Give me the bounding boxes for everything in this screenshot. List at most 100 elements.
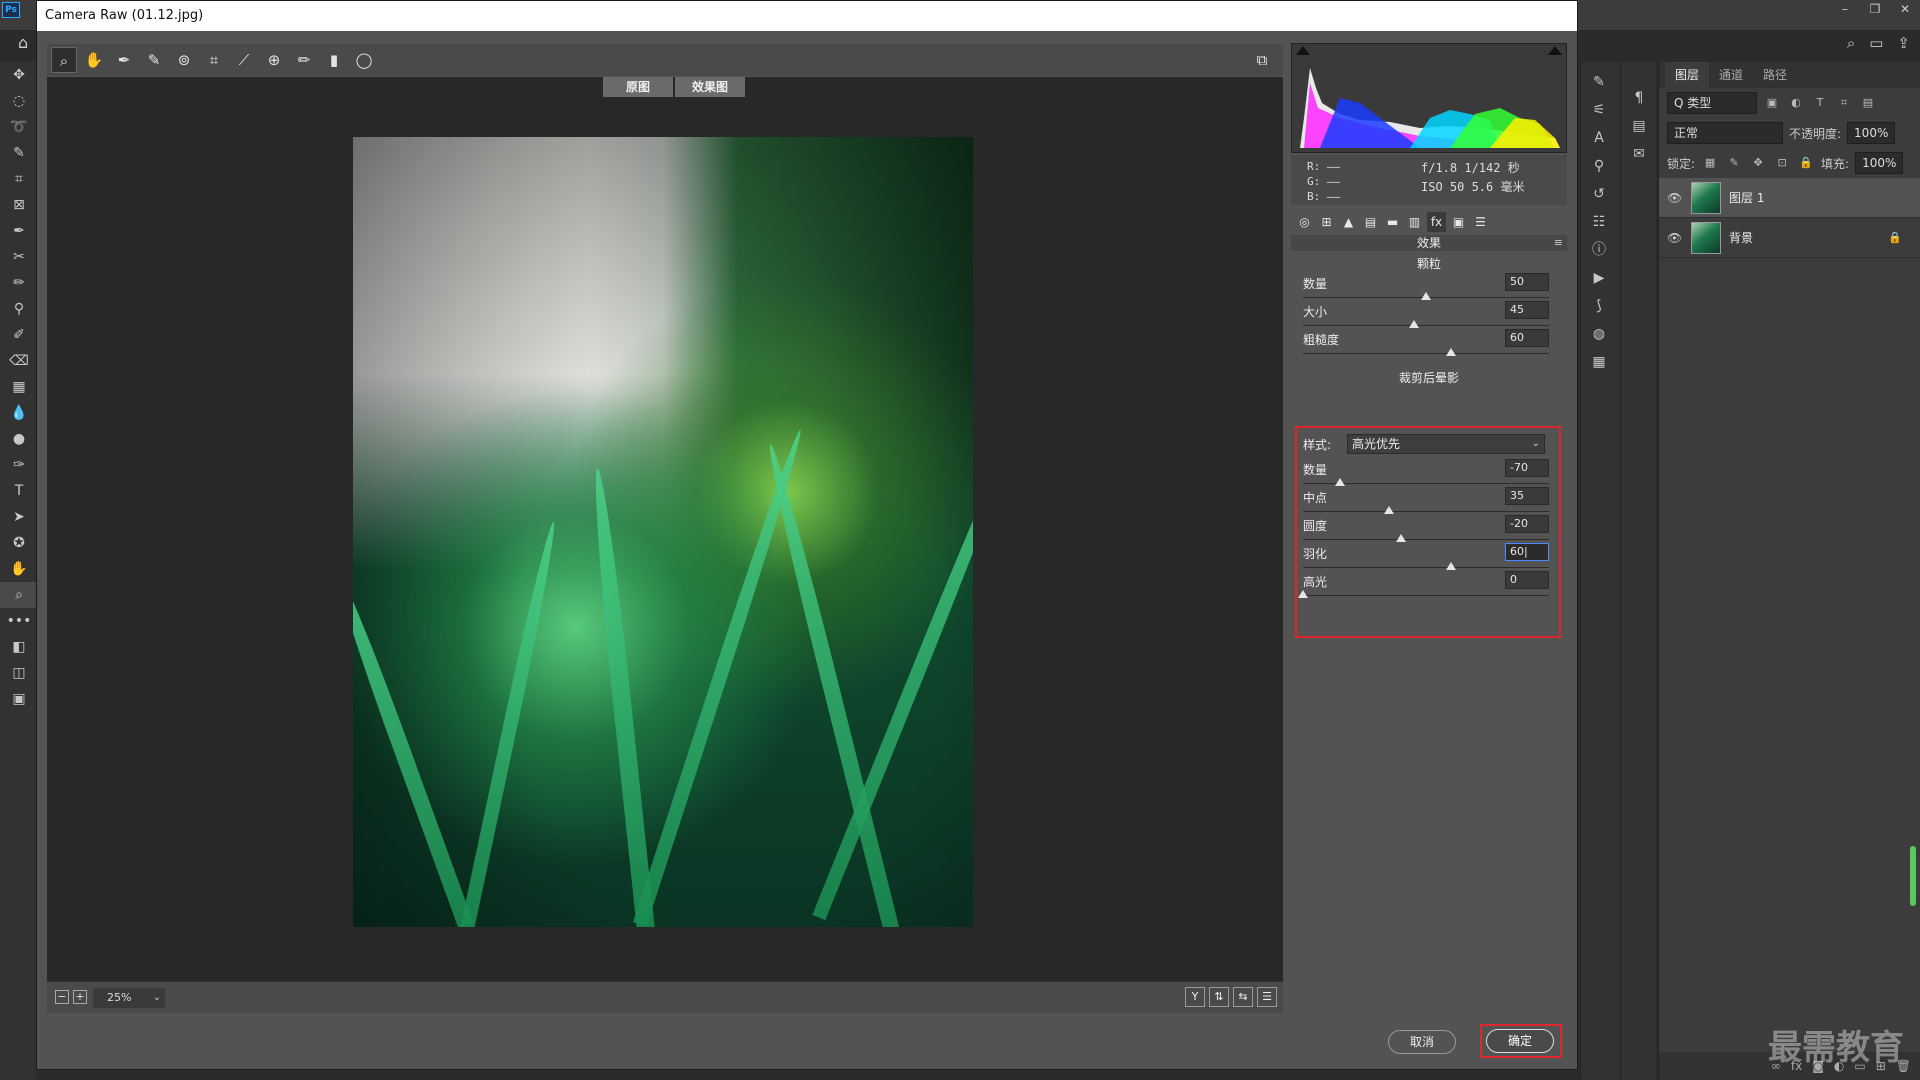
opacity-field[interactable]: 100%: [1847, 122, 1896, 144]
pen-tool-icon[interactable]: ✑: [0, 452, 38, 478]
grain-slider-track[interactable]: [1303, 325, 1549, 326]
lock-artboard-icon[interactable]: ⊡: [1773, 154, 1791, 172]
vignette-slider-track[interactable]: [1303, 567, 1549, 568]
white-balance-icon[interactable]: ✒: [111, 47, 137, 73]
hsl-tab-icon[interactable]: ▤: [1361, 212, 1380, 232]
type-filter-icon[interactable]: T: [1811, 94, 1829, 112]
eyedropper-tool-icon[interactable]: ✒: [0, 218, 38, 244]
eraser-tool-icon[interactable]: ⌫: [0, 348, 38, 374]
chevron-down-icon[interactable]: ⌄: [149, 988, 165, 1008]
grain-slider-track[interactable]: [1303, 353, 1549, 354]
vignette-slider-track[interactable]: [1303, 539, 1549, 540]
shape-tool-icon[interactable]: ✪: [0, 530, 38, 556]
move-tool-icon[interactable]: ✥: [0, 62, 38, 88]
restore-icon[interactable]: ❐: [1860, 0, 1890, 18]
layer-filter-select[interactable]: Q 类型: [1667, 92, 1757, 114]
notes-icon[interactable]: ✉: [1621, 140, 1657, 168]
before-view-button[interactable]: 原图: [603, 77, 673, 97]
actions-icon[interactable]: ▶: [1581, 264, 1617, 292]
vignette-slider-thumb[interactable]: [1298, 590, 1308, 598]
lock-position-icon[interactable]: ✥: [1749, 154, 1767, 172]
zoom-in-button[interactable]: +: [73, 990, 87, 1004]
blur-tool-icon[interactable]: 💧: [0, 400, 38, 426]
fullscreen-icon[interactable]: ⧉: [1249, 47, 1275, 73]
cancel-button[interactable]: 取消: [1388, 1030, 1456, 1054]
more-tools-icon[interactable]: •••: [0, 608, 38, 634]
libraries-icon[interactable]: ☷: [1581, 208, 1617, 236]
vignette-slider-thumb[interactable]: [1396, 534, 1407, 542]
effects-tab-icon[interactable]: fx: [1427, 212, 1446, 232]
targeted-adjust-icon[interactable]: ⊚: [171, 47, 197, 73]
grain-slider-thumb[interactable]: [1408, 320, 1419, 328]
info-icon[interactable]: ⓘ: [1581, 236, 1617, 264]
smart-filter-icon[interactable]: ▤: [1859, 94, 1877, 112]
type-tool-icon[interactable]: T: [0, 478, 38, 504]
minimize-icon[interactable]: –: [1830, 0, 1860, 18]
paragraph-icon[interactable]: ¶: [1621, 84, 1657, 112]
screen-mode-icon[interactable]: ▣: [0, 686, 38, 712]
hand-tool-icon[interactable]: ✋: [0, 556, 38, 582]
zoom-icon[interactable]: ⌕: [51, 47, 77, 73]
after-view-button[interactable]: 效果图: [675, 77, 745, 97]
character-icon[interactable]: A: [1581, 124, 1617, 152]
lasso-tool-icon[interactable]: ➰: [0, 114, 38, 140]
lock-image-icon[interactable]: ✎: [1725, 154, 1743, 172]
paths-icon[interactable]: ⟆: [1581, 292, 1617, 320]
lens-tab-icon[interactable]: ▥: [1405, 212, 1424, 232]
history-brush-icon[interactable]: ✐: [0, 322, 38, 348]
shape-filter-icon[interactable]: ⌗: [1835, 94, 1853, 112]
properties-icon[interactable]: ▤: [1621, 112, 1657, 140]
quick-mask-icon[interactable]: ◫: [0, 660, 38, 686]
vignette-slider-track[interactable]: [1303, 511, 1549, 512]
brush-settings-icon[interactable]: ✎: [1581, 68, 1617, 96]
swatches-icon[interactable]: ◍: [1581, 320, 1617, 348]
radial-filter-icon[interactable]: ◯: [351, 47, 377, 73]
vignette-slider-thumb[interactable]: [1334, 478, 1345, 486]
detail-tab-icon[interactable]: ▲: [1339, 212, 1358, 232]
vignette-slider-value[interactable]: -70: [1505, 459, 1549, 477]
pixel-filter-icon[interactable]: ▣: [1763, 94, 1781, 112]
crop-icon[interactable]: ⌗: [201, 47, 227, 73]
before-after-mode-icon[interactable]: Y: [1185, 987, 1205, 1007]
preview-settings-icon[interactable]: ☰: [1257, 987, 1277, 1007]
search-icon[interactable]: ⌕: [1847, 34, 1855, 52]
basic-tab-icon[interactable]: ◎: [1295, 212, 1314, 232]
style-select[interactable]: 高光优先 ⌄: [1347, 434, 1545, 454]
grain-slider-value[interactable]: 45: [1505, 301, 1549, 319]
grain-slider-value[interactable]: 60: [1505, 329, 1549, 347]
ok-button[interactable]: 确定: [1486, 1029, 1554, 1053]
vignette-slider-value[interactable]: 60|: [1505, 543, 1549, 561]
vignette-slider-value[interactable]: -20: [1505, 515, 1549, 533]
adjustments-icon[interactable]: ⚟: [1581, 96, 1617, 124]
lock-transparent-icon[interactable]: ▦: [1701, 154, 1719, 172]
adjustment-brush-icon[interactable]: ✏: [291, 47, 317, 73]
zoom-out-button[interactable]: −: [55, 990, 69, 1004]
vignette-slider-thumb[interactable]: [1445, 562, 1456, 570]
visibility-eye-icon[interactable]: 👁: [1667, 231, 1683, 245]
grain-slider-thumb[interactable]: [1421, 292, 1431, 300]
healing-tool-icon[interactable]: ✂: [0, 244, 38, 270]
lock-all-icon[interactable]: 🔒: [1797, 154, 1815, 172]
straighten-icon[interactable]: ⟋: [231, 47, 257, 73]
frame-tool-icon[interactable]: ⊠: [0, 192, 38, 218]
split-toning-tab-icon[interactable]: ▬: [1383, 212, 1402, 232]
color-swatches-icon[interactable]: ◧: [0, 634, 38, 660]
zoom-tool-icon[interactable]: ⌕: [0, 582, 38, 608]
grain-slider-value[interactable]: 50: [1505, 273, 1549, 291]
dodge-tool-icon[interactable]: ●: [0, 426, 38, 452]
layer-item[interactable]: 👁 图层 1: [1659, 178, 1920, 218]
brush-tool-icon[interactable]: ✏: [0, 270, 38, 296]
tab-layers[interactable]: 图层: [1665, 62, 1710, 88]
color-sampler-icon[interactable]: ✎: [141, 47, 167, 73]
tone-curve-tab-icon[interactable]: ⊞: [1317, 212, 1336, 232]
marquee-tool-icon[interactable]: ◌: [0, 88, 38, 114]
gradient-tool-icon[interactable]: ▦: [0, 374, 38, 400]
calibration-tab-icon[interactable]: ▣: [1449, 212, 1468, 232]
grain-slider-thumb[interactable]: [1445, 348, 1456, 356]
clone-source-icon[interactable]: ⚲: [1581, 152, 1617, 180]
tab-channels[interactable]: 通道: [1709, 62, 1753, 88]
blend-mode-select[interactable]: 正常: [1667, 122, 1783, 144]
spot-removal-icon[interactable]: ⊕: [261, 47, 287, 73]
adjustment-filter-icon[interactable]: ◐: [1787, 94, 1805, 112]
vignette-slider-track[interactable]: [1303, 595, 1549, 596]
